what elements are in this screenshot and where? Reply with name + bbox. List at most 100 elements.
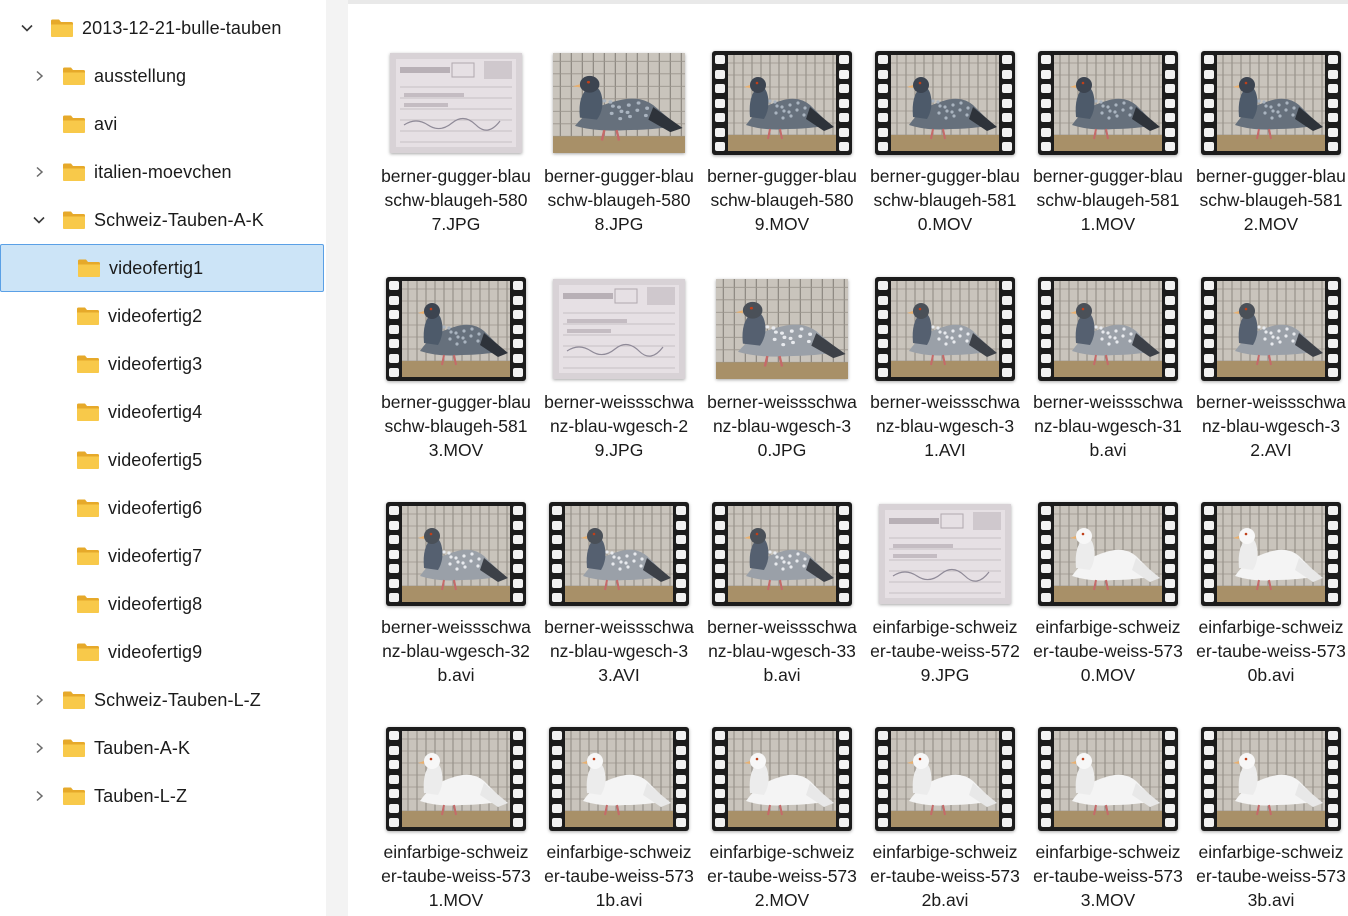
- sidebar-item-videofertig2[interactable]: videofertig2: [0, 292, 324, 340]
- sidebar-item-videofertig9[interactable]: videofertig9: [0, 628, 324, 676]
- sidebar-item-videofertig5[interactable]: videofertig5: [0, 436, 324, 484]
- sidebar-item-label: italien-moevchen: [94, 161, 232, 182]
- film-strip-icon: [1328, 55, 1338, 151]
- chevron-right-icon[interactable]: [30, 787, 48, 805]
- folder-icon: [76, 354, 100, 374]
- file-grid: berner-gugger-blauschw-blaugeh-5807.JPG b…: [348, 4, 1348, 916]
- video-thumbnail: [1201, 51, 1341, 155]
- sidebar-item-label: videofertig4: [108, 401, 203, 422]
- sidebar-item-ausstellung[interactable]: ausstellung: [0, 52, 324, 100]
- sidebar-item-schweiz-tauben-a-k[interactable]: Schweiz-Tauben-A-K: [0, 196, 324, 244]
- video-file-item[interactable]: berner-weissschwanz-blau-wgesch-31.AVI: [870, 276, 1020, 482]
- film-strip-icon: [1204, 731, 1214, 827]
- sidebar-item-label: videofertig7: [108, 545, 203, 566]
- sidebar-item-label: videofertig6: [108, 497, 203, 518]
- sidebar-item-2013-12-21-bulle-tauben[interactable]: 2013-12-21-bulle-tauben: [0, 4, 324, 52]
- image-file-item[interactable]: berner-gugger-blauschw-blaugeh-5808.JPG: [544, 50, 694, 256]
- video-thumbnail: [875, 277, 1015, 381]
- video-thumbnail: [712, 727, 852, 831]
- sidebar-item-videofertig3[interactable]: videofertig3: [0, 340, 324, 388]
- film-strip-icon: [715, 506, 725, 602]
- sidebar-item-videofertig7[interactable]: videofertig7: [0, 532, 324, 580]
- chevron-right-icon[interactable]: [30, 163, 48, 181]
- file-name: einfarbige-schweizer-taube-weiss-5732.MO…: [707, 842, 857, 910]
- film-strip-icon: [676, 506, 686, 602]
- film-strip-icon: [1041, 731, 1051, 827]
- sidebar-item-schweiz-tauben-l-z[interactable]: Schweiz-Tauben-L-Z: [0, 676, 324, 724]
- video-thumbnail: [386, 727, 526, 831]
- video-thumbnail: [1201, 727, 1341, 831]
- video-thumbnail: [875, 727, 1015, 831]
- file-name: einfarbige-schweizer-taube-weiss-5731.MO…: [381, 842, 531, 910]
- file-name: berner-weissschwanz-blau-wgesch-30.JPG: [707, 392, 857, 460]
- thumbnail-frame: [549, 50, 689, 156]
- video-file-item[interactable]: einfarbige-schweizer-taube-weiss-5732b.a…: [870, 726, 1020, 916]
- thumbnail-frame: [549, 726, 689, 832]
- video-file-item[interactable]: einfarbige-schweizer-taube-weiss-5731b.a…: [544, 726, 694, 916]
- sidebar-item-label: Schweiz-Tauben-A-K: [94, 209, 264, 230]
- folder-icon: [76, 498, 100, 518]
- video-thumbnail: [875, 51, 1015, 155]
- video-thumbnail: [1038, 502, 1178, 606]
- video-file-item[interactable]: berner-gugger-blauschw-blaugeh-5811.MOV: [1033, 50, 1183, 256]
- sidebar-item-videofertig8[interactable]: videofertig8: [0, 580, 324, 628]
- chevron-right-icon[interactable]: [30, 739, 48, 757]
- video-file-item[interactable]: einfarbige-schweizer-taube-weiss-5732.MO…: [707, 726, 857, 916]
- pigeon-image: [728, 506, 836, 602]
- chevron-down-icon[interactable]: [30, 211, 48, 229]
- chevron-right-icon[interactable]: [30, 691, 48, 709]
- file-name: berner-weissschwanz-blau-wgesch-29.JPG: [544, 392, 694, 460]
- film-strip-icon: [878, 281, 888, 377]
- video-file-item[interactable]: berner-weissschwanz-blau-wgesch-33b.avi: [707, 501, 857, 707]
- sidebar-item-label: videofertig3: [108, 353, 203, 374]
- image-file-item[interactable]: einfarbige-schweizer-taube-weiss-5729.JP…: [870, 501, 1020, 707]
- video-thumbnail: [386, 277, 526, 381]
- folder-icon: [62, 66, 86, 86]
- video-file-item[interactable]: einfarbige-schweizer-taube-weiss-5730.MO…: [1033, 501, 1183, 707]
- film-strip-icon: [1204, 55, 1214, 151]
- sidebar-item-tauben-l-z[interactable]: Tauben-L-Z: [0, 772, 324, 820]
- video-file-item[interactable]: berner-gugger-blauschw-blaugeh-5812.MOV: [1196, 50, 1346, 256]
- folder-icon: [62, 114, 86, 134]
- film-strip-icon: [1041, 55, 1051, 151]
- sidebar-item-videofertig1[interactable]: videofertig1: [0, 244, 324, 292]
- sidebar-item-avi[interactable]: avi: [0, 100, 324, 148]
- image-file-item[interactable]: berner-weissschwanz-blau-wgesch-30.JPG: [707, 276, 857, 482]
- image-file-item[interactable]: berner-gugger-blauschw-blaugeh-5807.JPG: [381, 50, 531, 256]
- video-file-item[interactable]: berner-gugger-blauschw-blaugeh-5810.MOV: [870, 50, 1020, 256]
- film-strip-icon: [839, 731, 849, 827]
- sidebar-item-videofertig6[interactable]: videofertig6: [0, 484, 324, 532]
- video-file-item[interactable]: berner-gugger-blauschw-blaugeh-5809.MOV: [707, 50, 857, 256]
- sidebar-item-italien-moevchen[interactable]: italien-moevchen: [0, 148, 324, 196]
- thumbnail-frame: [386, 276, 526, 382]
- pigeon-image: [1217, 281, 1325, 377]
- video-file-item[interactable]: berner-gugger-blauschw-blaugeh-5813.MOV: [381, 276, 531, 482]
- pigeon-image: [891, 731, 999, 827]
- video-file-item[interactable]: berner-weissschwanz-blau-wgesch-32b.avi: [381, 501, 531, 707]
- pane-divider[interactable]: [326, 0, 348, 916]
- film-strip-icon: [389, 281, 399, 377]
- pigeon-image: [891, 281, 999, 377]
- sidebar-item-videofertig4[interactable]: videofertig4: [0, 388, 324, 436]
- file-name: berner-gugger-blauschw-blaugeh-5809.MOV: [707, 166, 857, 234]
- sidebar-item-tauben-a-k[interactable]: Tauben-A-K: [0, 724, 324, 772]
- image-file-item[interactable]: berner-weissschwanz-blau-wgesch-29.JPG: [544, 276, 694, 482]
- chevron-down-icon[interactable]: [18, 19, 36, 37]
- video-file-item[interactable]: berner-weissschwanz-blau-wgesch-31b.avi: [1033, 276, 1183, 482]
- pigeon-image: [1217, 55, 1325, 151]
- pigeon-image: [716, 279, 848, 379]
- video-file-item[interactable]: berner-weissschwanz-blau-wgesch-32.AVI: [1196, 276, 1346, 482]
- film-strip-icon: [1165, 506, 1175, 602]
- video-file-item[interactable]: einfarbige-schweizer-taube-weiss-5731.MO…: [381, 726, 531, 916]
- thumbnail-frame: [712, 50, 852, 156]
- video-file-item[interactable]: einfarbige-schweizer-taube-weiss-5730b.a…: [1196, 501, 1346, 707]
- video-file-item[interactable]: einfarbige-schweizer-taube-weiss-5733b.a…: [1196, 726, 1346, 916]
- video-file-item[interactable]: einfarbige-schweizer-taube-weiss-5733.MO…: [1033, 726, 1183, 916]
- video-file-item[interactable]: berner-weissschwanz-blau-wgesch-33.AVI: [544, 501, 694, 707]
- file-name: einfarbige-schweizer-taube-weiss-5733b.a…: [1196, 842, 1346, 910]
- video-thumbnail: [712, 502, 852, 606]
- chevron-right-icon[interactable]: [30, 67, 48, 85]
